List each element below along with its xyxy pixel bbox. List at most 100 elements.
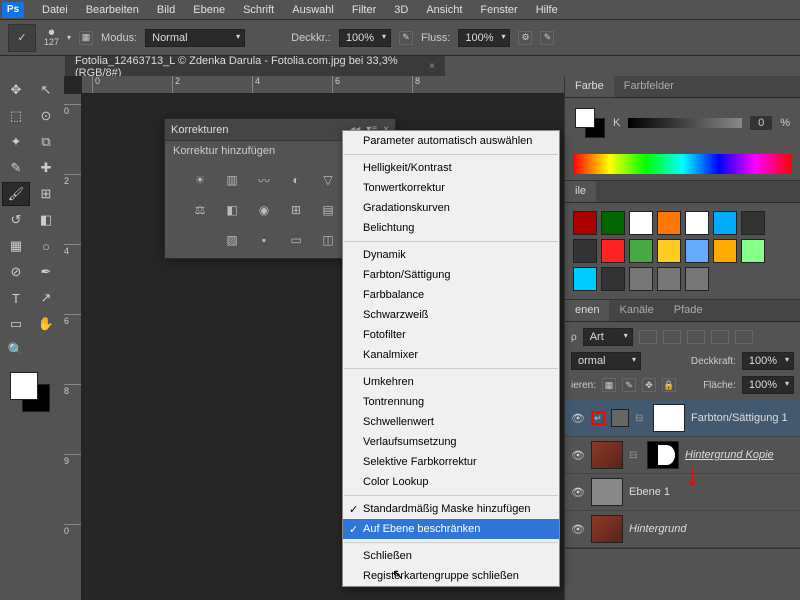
menu-help[interactable]: Hilfe (528, 2, 566, 18)
layer-blend-mode[interactable]: ormal (571, 352, 641, 370)
visibility-icon[interactable]: 👁 (571, 412, 585, 425)
ctx-posterize[interactable]: Tontrennung (343, 392, 559, 412)
eyedropper-tool[interactable]: ✎ (2, 156, 30, 180)
chevron-down-icon[interactable]: ▾ (67, 33, 71, 42)
app-logo[interactable]: Ps (2, 2, 24, 18)
color-swatches[interactable] (10, 372, 50, 412)
layer-name[interactable]: Hintergrund Kopie (685, 449, 774, 461)
menu-type[interactable]: Schrift (235, 2, 282, 18)
ctx-auto-params[interactable]: Parameter automatisch auswählen (343, 131, 559, 151)
pen-tool[interactable]: ✒ (32, 260, 60, 284)
lock-pos-icon[interactable]: ✥ (642, 378, 656, 392)
lock-trans-icon[interactable]: ▦ (602, 378, 616, 392)
style-swatch[interactable] (657, 267, 681, 291)
document-tab[interactable]: Fotolia_12463713_L © Zdenka Darula - Fot… (65, 56, 445, 78)
style-swatch[interactable] (601, 211, 625, 235)
selective-icon[interactable]: ◫ (319, 232, 337, 248)
eraser-tool[interactable]: ◧ (32, 208, 60, 232)
balance-icon[interactable]: ⚖ (191, 202, 209, 218)
levels-icon[interactable]: ▥ (223, 172, 241, 188)
style-swatch[interactable] (573, 211, 597, 235)
menu-layer[interactable]: Ebene (185, 2, 233, 18)
ctx-close[interactable]: Schließen (343, 546, 559, 566)
bw-icon[interactable]: ◧ (223, 202, 241, 218)
layer-thumb[interactable] (591, 478, 623, 506)
style-swatch[interactable] (629, 211, 653, 235)
filter-smart-icon[interactable] (735, 330, 753, 344)
menu-filter[interactable]: Filter (344, 2, 384, 18)
threshold-icon[interactable]: ▪ (255, 232, 273, 248)
foreground-color[interactable] (10, 372, 38, 400)
path-tool[interactable]: ↗ (32, 286, 60, 310)
style-swatch[interactable] (629, 239, 653, 263)
layer-filter[interactable]: Art (583, 328, 633, 346)
lookup-icon[interactable]: ▤ (319, 202, 337, 218)
blur-tool[interactable]: ○ (32, 234, 60, 258)
flow-input[interactable]: 100% (458, 29, 510, 47)
lock-pixels-icon[interactable]: ✎ (622, 378, 636, 392)
menu-view[interactable]: Ansicht (418, 2, 470, 18)
ctx-threshold[interactable]: Schwellenwert (343, 412, 559, 432)
layer-row[interactable]: 👁 ⊟ Hintergrund Kopie (565, 437, 800, 474)
filter-shape-icon[interactable] (711, 330, 729, 344)
mask-thumb[interactable] (647, 441, 679, 469)
style-swatch[interactable] (601, 239, 625, 263)
heal-tool[interactable]: ✚ (32, 156, 60, 180)
visibility-icon[interactable]: 👁 (571, 449, 585, 462)
ctx-selective[interactable]: Selektive Farbkorrektur (343, 452, 559, 472)
move-tool[interactable]: ✥ (2, 78, 30, 102)
style-swatch[interactable] (741, 211, 765, 235)
style-swatch[interactable] (657, 239, 681, 263)
adjustment-thumb[interactable] (611, 409, 629, 427)
style-swatch[interactable] (601, 267, 625, 291)
filter-adjust-icon[interactable] (663, 330, 681, 344)
history-brush-tool[interactable]: ↺ (2, 208, 30, 232)
tab-paths[interactable]: Pfade (664, 300, 713, 321)
clip-indicator-icon[interactable]: ↵ (591, 411, 605, 425)
tab-channels[interactable]: Kanäle (609, 300, 663, 321)
layer-thumb[interactable] (591, 441, 623, 469)
dodge-tool[interactable]: ⊘ (2, 260, 30, 284)
menu-window[interactable]: Fenster (472, 2, 525, 18)
tab-layers[interactable]: enen (565, 300, 609, 321)
k-value[interactable]: 0 (750, 116, 772, 130)
airbrush-icon[interactable]: ⚙ (518, 31, 532, 45)
gradient-tool[interactable]: ▦ (2, 234, 30, 258)
layer-fill[interactable]: 100% (742, 376, 794, 394)
style-swatch[interactable] (713, 239, 737, 263)
layer-row[interactable]: 👁 Hintergrund (565, 511, 800, 548)
style-swatch[interactable] (573, 267, 597, 291)
crop-tool[interactable]: ⧉ (32, 130, 60, 154)
layer-row[interactable]: 👁 Ebene 1 (565, 474, 800, 511)
ctx-bw[interactable]: Schwarzweiß (343, 305, 559, 325)
ctx-exposure[interactable]: Belichtung (343, 218, 559, 238)
layer-thumb[interactable] (591, 515, 623, 543)
marquee-tool[interactable]: ⬚ (2, 104, 30, 128)
menu-select[interactable]: Auswahl (284, 2, 342, 18)
shape-tool[interactable]: ▭ (2, 312, 30, 336)
style-swatch[interactable] (657, 211, 681, 235)
vibrance-icon[interactable]: ▽ (319, 172, 337, 188)
ctx-balance[interactable]: Farbbalance (343, 285, 559, 305)
blend-mode-select[interactable]: Normal (145, 29, 245, 47)
close-tab-icon[interactable]: × (429, 61, 435, 72)
ctx-gradmap[interactable]: Verlaufsumsetzung (343, 432, 559, 452)
brush-size[interactable]: 127 (44, 37, 59, 47)
arrow-tool[interactable]: ↖ (32, 78, 60, 102)
exposure-icon[interactable]: ◐ (287, 172, 305, 188)
style-swatch[interactable] (713, 211, 737, 235)
style-swatch[interactable] (685, 267, 709, 291)
menu-3d[interactable]: 3D (386, 2, 416, 18)
brightness-icon[interactable]: ☀ (191, 172, 209, 188)
menu-file[interactable]: Datei (34, 2, 76, 18)
tab-color[interactable]: Farbe (565, 76, 614, 97)
opacity-input[interactable]: 100% (339, 29, 391, 47)
ctx-vibrance[interactable]: Dynamik (343, 245, 559, 265)
menu-edit[interactable]: Bearbeiten (78, 2, 147, 18)
style-swatch[interactable] (741, 239, 765, 263)
lock-all-icon[interactable]: 🔒 (662, 378, 676, 392)
style-swatch[interactable] (573, 239, 597, 263)
layer-opacity[interactable]: 100% (742, 352, 794, 370)
ctx-photofilter[interactable]: Fotofilter (343, 325, 559, 345)
ctx-default-mask[interactable]: Standardmäßig Maske hinzufügen (343, 499, 559, 519)
